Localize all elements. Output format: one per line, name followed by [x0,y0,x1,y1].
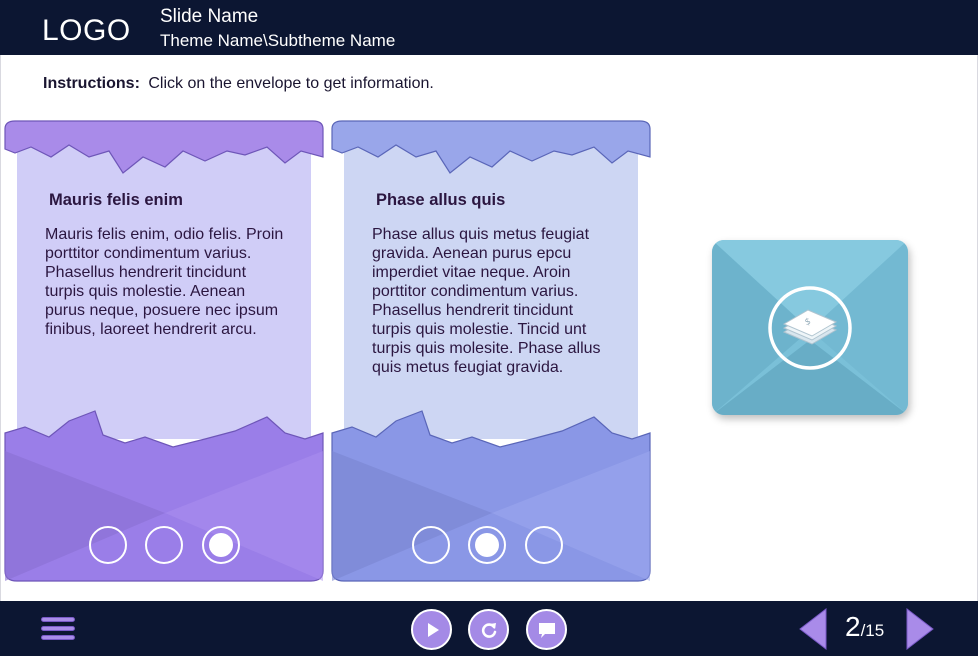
instructions-label: Instructions: [43,75,140,92]
replay-icon [481,622,496,638]
top-bar: LOGO Slide Name Theme Name\Subtheme Name [0,0,978,55]
page-dot-3[interactable] [525,526,563,564]
speech-bubble-icon [538,622,555,638]
card-body: Phase allus quis metus feugiat gravida. … [372,226,601,376]
bottom-bar: 2/15 [0,601,978,656]
page-dot-2[interactable] [468,526,506,564]
page-dot-1[interactable] [89,526,127,564]
open-envelope-card-2: Phase allus quis Phase allus quis metus … [331,120,651,582]
card-body: Mauris felis enim, odio felis. Proin por… [45,226,284,338]
instructions-text: Click on the envelope to get information… [148,75,434,92]
play-button[interactable] [411,609,452,650]
slide-stage: Instructions: Click on the envelope to g… [0,55,978,601]
card-pagination [332,526,650,566]
card-title: Phase allus quis [376,191,506,209]
page-dot-2[interactable] [145,526,183,564]
replay-button[interactable] [468,609,509,650]
play-icon [427,622,439,637]
page-dot-3[interactable] [202,526,240,564]
money-stack-icon: $ [712,240,908,415]
logo: LOGO [42,14,131,47]
card-pagination [5,526,323,566]
page-dot-1[interactable] [412,526,450,564]
page-total: /15 [860,621,885,640]
closed-envelope-button[interactable]: $ [712,240,908,415]
page-counter: 2/15 [845,611,884,643]
next-slide-icon[interactable] [906,608,934,650]
envelope-graphic [4,120,324,582]
hamburger-menu-icon[interactable] [41,615,75,643]
open-envelope-card-1: Mauris felis enim Mauris felis enim, odi… [4,120,324,582]
instructions: Instructions: Click on the envelope to g… [43,75,434,93]
previous-slide-icon[interactable] [799,608,827,650]
page-current: 2 [845,611,861,642]
comment-button[interactable] [526,609,567,650]
theme-name: Theme Name\Subtheme Name [160,31,396,50]
card-title: Mauris felis enim [49,191,183,209]
slide-name: Slide Name [160,6,259,27]
